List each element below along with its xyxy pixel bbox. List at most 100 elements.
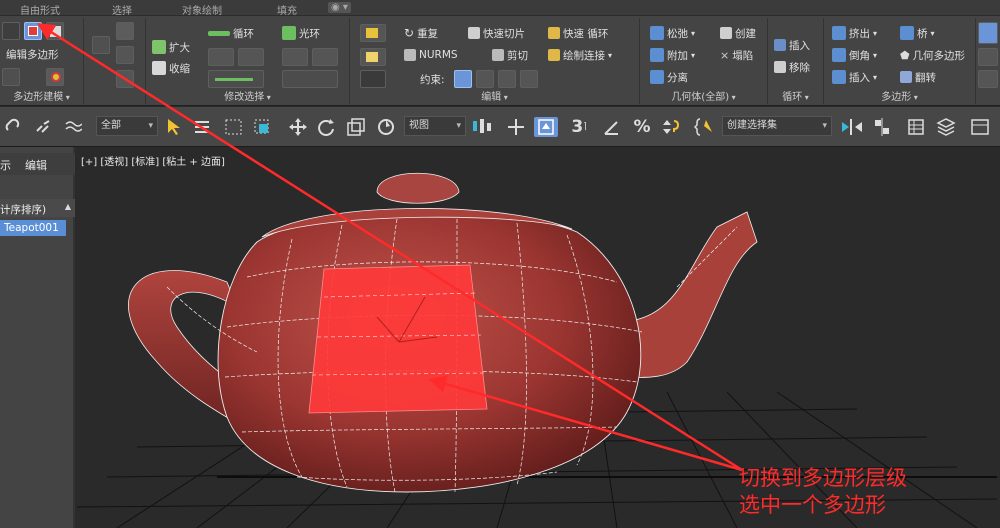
align-icon[interactable] <box>872 117 892 137</box>
constraint-edge-button[interactable] <box>476 70 494 88</box>
swiftloop-button[interactable]: 快速 循环 <box>548 24 608 42</box>
constraint-normal-button[interactable] <box>520 70 538 88</box>
shrink-loop-button[interactable] <box>116 70 134 88</box>
group-edit: ↻ 重复 NURMS 快速切片 剪切 快速 循环 绘制连接 ▾ 约束: 编辑 <box>350 18 640 104</box>
edit-poly-mode-label[interactable]: 编辑多边形 <box>6 45 59 63</box>
soft-selection-button[interactable] <box>46 68 64 86</box>
constraint-none-button[interactable] <box>454 70 472 88</box>
detach-button[interactable]: 分离 <box>650 68 688 86</box>
flip-button[interactable]: 翻转 <box>900 68 936 86</box>
group-title-polygon-modeling: 多边形建模 <box>0 88 83 103</box>
geopoly-icon: ⬟ <box>900 48 910 62</box>
shrink-ring-button[interactable] <box>312 48 338 66</box>
scale-icon[interactable] <box>346 117 366 137</box>
teapot-lid-knob[interactable] <box>376 172 460 204</box>
window-crossing-icon[interactable] <box>252 117 272 137</box>
tab-display[interactable]: 示 <box>0 157 11 173</box>
show-end-result-button[interactable] <box>2 68 20 86</box>
polygon-mode-button[interactable] <box>24 22 42 40</box>
group-geometry: 松弛 ▾ 附加 ▾ 分离 创建 ⨯ 塌陷 几何体(全部) <box>640 18 768 104</box>
relax-button[interactable]: 松弛 ▾ <box>650 24 695 42</box>
extrude-button[interactable]: 挤出 ▾ <box>832 24 877 42</box>
shrink-icon <box>152 61 166 75</box>
remove-loop-button[interactable]: 移除 <box>774 58 810 76</box>
ribbon-extra-button-1[interactable] <box>978 48 998 66</box>
reference-coordinate-dropdown[interactable]: 视图 <box>404 116 466 136</box>
grow-ring-button[interactable] <box>282 48 308 66</box>
uv-icon <box>366 28 378 38</box>
placement-icon[interactable] <box>376 117 396 137</box>
rect-selection-icon[interactable] <box>224 117 244 137</box>
tweak-button[interactable] <box>360 48 386 66</box>
tab-freeform[interactable]: 自由形式 <box>20 2 60 17</box>
snaps-toggle-icon[interactable]: 3 ⌉ <box>568 117 590 137</box>
repeat-button[interactable]: ↻ 重复 <box>404 24 438 42</box>
shrink-button[interactable]: 收缩 <box>152 59 190 77</box>
toggle-ribbon-icon[interactable] <box>968 117 992 137</box>
move-icon[interactable] <box>288 117 308 137</box>
spinner-snap-icon[interactable] <box>660 117 680 137</box>
sort-column-header[interactable]: 计序排序) ▲ <box>0 199 75 217</box>
mirror-icon[interactable] <box>840 117 864 137</box>
group-polygon-modeling: 编辑多边形 多边形建模 <box>0 18 84 104</box>
by-angle-button[interactable] <box>116 46 134 64</box>
vertex-mode-button[interactable] <box>2 22 20 40</box>
ignore-backfacing-button[interactable] <box>116 22 134 40</box>
bind-space-warp-icon[interactable] <box>64 117 82 137</box>
grow-button[interactable]: 扩大 <box>152 38 190 56</box>
selection-filter-dropdown[interactable]: 全部 <box>96 116 158 136</box>
scene-item-teapot[interactable]: Teapot001 <box>0 220 66 236</box>
loop-button[interactable]: 循环 <box>208 24 254 42</box>
keyboard-shortcut-override-icon[interactable] <box>534 117 558 137</box>
group-title-loops: 循环 <box>768 88 823 103</box>
layer-explorer-icon[interactable] <box>936 117 956 137</box>
tab-options-dropdown[interactable]: ◉ ▾ <box>328 2 351 13</box>
annotation-line-1: 切换到多边形层级 <box>739 466 907 490</box>
loop-mode-dropdown[interactable] <box>208 70 264 88</box>
insert-loop-button[interactable]: 插入 <box>774 36 810 54</box>
attach-button[interactable]: 附加 ▾ <box>650 46 695 64</box>
quickslice-button[interactable]: 快速切片 <box>468 24 525 42</box>
paint-connect-button[interactable]: 绘制连接 ▾ <box>548 46 612 64</box>
inset-button[interactable]: 插入 ▾ <box>832 68 877 86</box>
collapse-button[interactable]: ⨯ 塌陷 <box>720 46 753 64</box>
tab-selection[interactable]: 选择 <box>112 2 132 17</box>
named-selection-set-dropdown[interactable]: 创建选择集 <box>722 116 832 136</box>
tab-populate[interactable]: 填充 <box>277 2 297 17</box>
tab-edit[interactable]: 编辑 <box>25 157 47 173</box>
pivot-center-icon[interactable] <box>470 117 494 137</box>
soft-select-icon <box>51 72 61 82</box>
element-mode-button[interactable] <box>46 22 64 40</box>
rotate-icon[interactable] <box>316 117 336 137</box>
annotation-text: 切换到多边形层级 选中一个多边形 <box>739 465 907 519</box>
spinner-field[interactable] <box>360 70 386 88</box>
angle-snap-icon[interactable] <box>602 117 622 137</box>
grow-loop-button[interactable] <box>208 48 234 66</box>
nurms-button[interactable]: NURMS <box>404 46 458 64</box>
bevel-button[interactable]: 倒角 ▾ <box>832 46 877 64</box>
edit-named-selection-icon[interactable] <box>694 117 718 137</box>
insert-loop-icon <box>774 39 786 51</box>
select-object-icon[interactable] <box>164 117 184 137</box>
geopoly-button[interactable]: ⬟ 几何多边形 <box>900 46 965 64</box>
ribbon-overflow-button[interactable] <box>978 22 998 44</box>
scene-explorer-icon[interactable] <box>906 117 926 137</box>
select-manipulate-icon[interactable] <box>506 117 526 137</box>
perspective-viewport[interactable]: [+] [透视] [标准] [粘土 + 边面] 切换到多边形层级 选中一个多边形 <box>77 147 1000 528</box>
bridge-button[interactable]: 桥 ▾ <box>900 24 935 42</box>
tab-object-paint[interactable]: 对象绘制 <box>182 2 222 17</box>
select-and-link-icon[interactable] <box>4 117 22 137</box>
unlink-icon[interactable] <box>34 117 52 137</box>
shrink-loop-ring-button[interactable] <box>238 48 264 66</box>
ribbon-extra-button-2[interactable] <box>978 70 998 88</box>
percent-snap-icon[interactable]: % <box>632 117 652 137</box>
by-vertex-button[interactable] <box>92 36 110 54</box>
create-button[interactable]: 创建 <box>720 24 756 42</box>
select-by-name-icon[interactable] <box>192 117 212 137</box>
ring-button[interactable]: 光环 <box>282 24 320 42</box>
preserve-uvs-button[interactable] <box>360 24 386 42</box>
ring-mode-dropdown[interactable] <box>282 70 338 88</box>
cut-button[interactable]: 剪切 <box>492 46 528 64</box>
constraint-face-button[interactable] <box>498 70 516 88</box>
selected-polygon[interactable] <box>308 264 488 414</box>
